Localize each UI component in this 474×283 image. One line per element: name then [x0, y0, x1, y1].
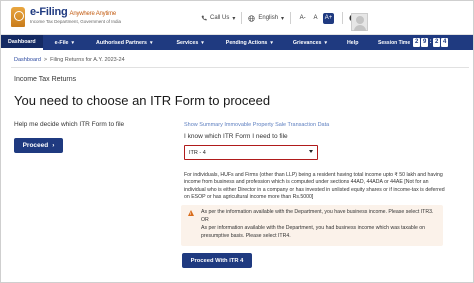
brand[interactable]: e-Filing Anywhere Anytime Income Tax Depa…	[30, 6, 121, 24]
session-digit: 2	[413, 38, 421, 47]
session-label: Session Time	[378, 39, 411, 46]
proceed-with-itr-button[interactable]: Proceed With ITR 4	[182, 253, 252, 268]
chevron-down-icon: ▾	[201, 39, 204, 46]
chevron-down-icon: ▾	[232, 15, 236, 22]
language-label: English	[258, 15, 279, 21]
proceed-button[interactable]: Proceed ›	[14, 138, 63, 153]
session-colon: :	[429, 39, 432, 45]
nav-label: e-File	[54, 39, 69, 46]
chevron-down-icon: ▾	[281, 15, 285, 22]
nav-authorised-partners[interactable]: Authorised Partners ▾	[84, 35, 164, 50]
breadcrumb: Dashboard > Filing Returns for A.Y. 2023…	[14, 57, 125, 63]
divider	[290, 12, 292, 24]
warning-alert: As per the information available with th…	[181, 205, 443, 246]
chevron-down-icon	[309, 150, 313, 153]
itr-form-select[interactable]: ITR - 4	[184, 145, 318, 160]
itr-description: For individuals, HUFs and Firms (other t…	[184, 172, 445, 201]
font-increase-button[interactable]: A+	[323, 12, 335, 24]
section-label: Income Tax Returns	[14, 76, 77, 83]
alert-line: As per the information available with th…	[201, 209, 434, 215]
select-label: I know which ITR Form I need to file	[184, 133, 288, 140]
nav-services[interactable]: Services ▾	[164, 35, 215, 50]
breadcrumb-current: Filing Returns for A.Y. 2023-24	[50, 57, 125, 63]
chevron-down-icon: ▾	[149, 39, 153, 46]
alert-text: As per the information available with th…	[201, 209, 437, 240]
nav-e-file[interactable]: e-File ▾	[43, 35, 84, 50]
alert-or: OR	[201, 217, 209, 224]
divider	[241, 12, 243, 24]
alert-line: As per information available with the De…	[201, 225, 426, 239]
itr-form-value: ITR - 4	[189, 149, 206, 156]
nav-label: Dashboard	[8, 38, 36, 45]
session-digit: 9	[421, 38, 429, 47]
chevron-right-icon: ›	[52, 142, 55, 149]
nav-pending-actions[interactable]: Pending Actions ▾	[216, 35, 283, 50]
chevron-down-icon: ▾	[71, 39, 75, 46]
session-digit: 4	[441, 38, 449, 47]
main-nav: Dashboard e-File ▾ Authorised Partners ▾ S…	[1, 35, 473, 50]
language-selector[interactable]: English ▾	[248, 14, 285, 22]
nav-label: Pending Actions	[225, 39, 268, 46]
help-decide-text: Help me decide which ITR Form to file	[14, 121, 125, 128]
nav-label: Help	[346, 39, 359, 46]
chevron-down-icon: ▾	[270, 39, 273, 46]
globe-icon	[248, 14, 256, 22]
utility-bar: Call Us ▾ English ▾ A- A A+	[201, 11, 357, 25]
nav-dashboard[interactable]: Dashboard	[1, 35, 43, 50]
call-us-link[interactable]: Call Us ▾	[201, 15, 235, 22]
call-us-label: Call Us	[210, 15, 230, 21]
top-bar: e-Filing Anywhere Anytime Income Tax Depa…	[1, 1, 473, 35]
phone-icon	[201, 15, 207, 21]
nav-label: Services	[176, 39, 199, 46]
chevron-down-icon: ▾	[324, 39, 327, 46]
nav-label: Grievances	[292, 39, 322, 46]
summary-link[interactable]: Show Summary Immovable Property Sale Tra…	[184, 122, 329, 128]
page-title: You need to choose an ITR Form to procee…	[14, 93, 271, 108]
font-decrease-button[interactable]: A-	[297, 13, 308, 24]
divider	[11, 67, 469, 68]
emblem-logo	[11, 7, 27, 27]
breadcrumb-dashboard[interactable]: Dashboard	[14, 57, 41, 63]
font-default-button[interactable]: A	[310, 13, 321, 24]
user-avatar[interactable]	[351, 13, 368, 31]
proceed-label: Proceed	[22, 142, 49, 149]
breadcrumb-separator: >	[43, 57, 48, 63]
session-digit: 2	[433, 38, 441, 47]
nav-grievances[interactable]: Grievances ▾	[283, 35, 337, 50]
app-frame: e-Filing Anywhere Anytime Income Tax Depa…	[0, 0, 474, 283]
brand-tagline: Anywhere Anytime	[69, 11, 117, 17]
session-timer: Session Time 2 9 : 2 4	[378, 35, 449, 50]
brand-title: e-Filing Anywhere Anytime	[30, 6, 117, 18]
warning-icon	[188, 210, 194, 216]
nav-help[interactable]: Help	[337, 35, 368, 50]
brand-subtitle: Income Tax Department, Government of Ind…	[30, 19, 121, 24]
nav-label: Authorised Partners	[96, 39, 147, 46]
divider	[342, 12, 344, 24]
